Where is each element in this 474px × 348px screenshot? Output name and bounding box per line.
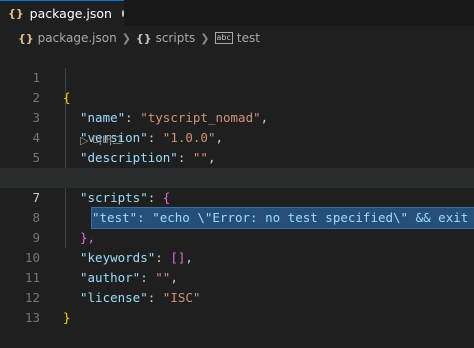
brace: } [63, 310, 71, 325]
object-icon: {} [135, 31, 152, 45]
code-line: 2 "name": "tyscript_nomad", [0, 68, 474, 125]
play-icon: ▷ [80, 134, 92, 147]
code-line: 3 "version": "1.0.0", [0, 88, 474, 145]
code-line: 1 { [0, 48, 474, 105]
code-line: 4 "description": "", [0, 108, 474, 165]
breadcrumb-item[interactable]: test [237, 31, 260, 45]
tab-label: package.json [29, 6, 112, 21]
code-line-active: 7 "test": "echo \"Error: no test specifi… [0, 168, 474, 229]
code-line: 13 [0, 288, 474, 325]
string-icon: abc [214, 32, 233, 44]
code-line: 8 }, [0, 188, 474, 245]
code-editor[interactable]: 1 { 2 "name": "tyscript_nomad", 3 "versi… [0, 48, 474, 325]
tab-bar: {} package.json [0, 0, 474, 26]
chevron-right-icon: ❯ [121, 31, 131, 45]
code-line: 5 [0, 128, 474, 165]
unsaved-dot-icon[interactable] [121, 10, 124, 17]
code-line: 6 "scripts": { [0, 148, 474, 205]
debug-codelens[interactable]: ▷ 디버그 [80, 132, 122, 148]
json-file-icon: {} [8, 7, 24, 20]
breadcrumb-section[interactable]: scripts [156, 31, 196, 45]
json-file-icon: {} [18, 31, 34, 45]
code-line: 11 "license": "ISC" [0, 248, 474, 305]
code-line: 12 } [0, 268, 474, 325]
tab-package-json[interactable]: {} package.json [0, 0, 124, 26]
code-line: 9 "keywords": [], [0, 208, 474, 265]
codelens-label: 디버그 [91, 134, 123, 147]
chevron-right-icon: ❯ [200, 31, 210, 45]
code-line: 10 "author": "", [0, 228, 474, 285]
line-number: 13 [24, 310, 40, 325]
breadcrumb: {} package.json ❯ {} scripts ❯ abc test [0, 28, 474, 48]
breadcrumb-file[interactable]: package.json [38, 31, 117, 45]
